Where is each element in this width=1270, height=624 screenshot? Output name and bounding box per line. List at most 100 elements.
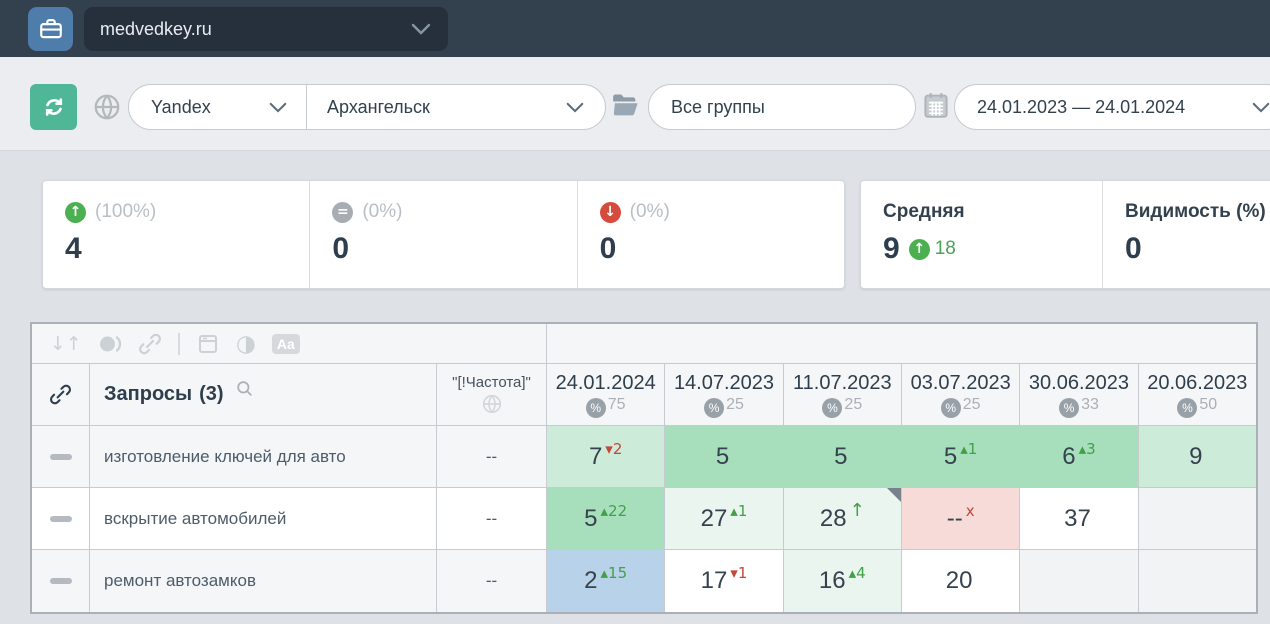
position-value: 16 — [819, 567, 846, 595]
column-percent: 25 — [844, 396, 862, 414]
frequency-cell: -- — [437, 488, 547, 549]
column-percent: 25 — [726, 396, 744, 414]
stat-card-average: Средняя 9 ↑ 18 — [861, 181, 1103, 288]
column-date: 11.07.2023 — [793, 372, 892, 395]
table-toolbar-row: ↓↑ ◑ Aa — [32, 324, 1256, 364]
groups-filter-value: Все группы — [671, 97, 765, 118]
position-cell[interactable]: --x — [902, 488, 1020, 549]
project-selector[interactable]: medvedkey.ru — [84, 7, 448, 51]
row-status-cell[interactable] — [32, 426, 90, 487]
date-range-value: 24.01.2023 — 24.01.2024 — [977, 97, 1251, 118]
engine-region-select-group: Yandex Архангельск — [128, 84, 606, 130]
position-cell[interactable] — [1139, 488, 1256, 549]
frequency-value: -- — [486, 509, 497, 529]
header-date-cell[interactable]: 24.01.2024 %75 — [547, 364, 665, 425]
position-value: 7 — [589, 443, 602, 471]
position-change: ▴15 — [601, 564, 628, 582]
stat-card-flat: = (0%) 0 — [310, 181, 577, 288]
position-cell[interactable]: 7▾2 — [547, 426, 665, 487]
position-cell[interactable]: 5▴22 — [547, 488, 665, 549]
region-value: Архангельск — [327, 97, 565, 118]
query-text: изготовление ключей для авто — [104, 447, 346, 467]
position-cell[interactable]: 37 — [1020, 488, 1138, 549]
position-cell[interactable]: 27▴1 — [665, 488, 783, 549]
position-cell[interactable]: 17▾1 — [665, 550, 783, 612]
position-value: 2 — [584, 567, 597, 595]
position-change: ▾1 — [730, 564, 747, 582]
search-engine-globe-button[interactable] — [92, 92, 122, 122]
calendar-button[interactable] — [923, 90, 949, 120]
dash-icon — [50, 454, 72, 460]
refresh-icon — [42, 95, 66, 119]
row-status-cell[interactable] — [32, 550, 90, 612]
percent-icon: % — [1059, 398, 1079, 418]
percent-icon: % — [586, 398, 606, 418]
position-change: ▴22 — [601, 502, 628, 520]
position-cell[interactable]: 9 — [1139, 426, 1256, 487]
position-change: ▴3 — [1079, 440, 1096, 458]
header-date-cell[interactable]: 30.06.2023 %33 — [1020, 364, 1138, 425]
position-change: ▴1 — [960, 440, 977, 458]
flat-percent: (0%) — [362, 201, 402, 223]
refresh-button[interactable] — [30, 84, 77, 130]
chevron-down-icon — [1251, 101, 1270, 114]
table-header-row: Запросы (3) "[!Частота]" 24.01.2024 %75 … — [32, 364, 1256, 426]
column-date: 14.07.2023 — [674, 372, 774, 395]
row-status-cell[interactable] — [32, 488, 90, 549]
column-percent: 50 — [1199, 396, 1217, 414]
header-link-cell[interactable] — [32, 364, 90, 425]
header-date-cell[interactable]: 11.07.2023 %25 — [784, 364, 902, 425]
search-icon[interactable] — [235, 379, 254, 398]
query-cell[interactable]: ремонт автозамков — [90, 550, 437, 612]
position-change: ▴4 — [849, 564, 866, 582]
position-cell[interactable]: 5 — [665, 426, 783, 487]
table-view-icon[interactable] — [196, 332, 220, 356]
query-cell[interactable]: изготовление ключей для авто — [90, 426, 437, 487]
link-icon[interactable] — [138, 332, 162, 356]
down-circle-icon: ↓ — [600, 202, 621, 223]
table-row: изготовление ключей для авто -- 7▾2 5 5 … — [32, 426, 1256, 488]
header-date-cell[interactable]: 14.07.2023 %25 — [665, 364, 783, 425]
position-cell[interactable] — [1139, 550, 1256, 612]
queries-count: (3) — [199, 383, 223, 406]
toolbar-divider — [178, 333, 180, 355]
header-queries-cell[interactable]: Запросы (3) — [90, 364, 437, 425]
search-engine-select[interactable]: Yandex — [129, 85, 307, 129]
briefcase-icon — [38, 16, 64, 42]
chevron-down-icon — [410, 22, 432, 36]
position-cell[interactable]: 5▴1 — [902, 426, 1020, 487]
query-cell[interactable]: вскрытие автомобилей — [90, 488, 437, 549]
position-cell[interactable]: 5 — [784, 426, 902, 487]
header-frequency-cell[interactable]: "[!Частота]" — [437, 364, 547, 425]
groups-folder-button[interactable] — [612, 93, 640, 117]
font-size-icon[interactable]: Aa — [272, 334, 300, 354]
projects-home-button[interactable] — [28, 7, 73, 51]
position-cell[interactable]: 20 — [902, 550, 1020, 612]
query-text: ремонт автозамков — [104, 571, 256, 591]
region-select[interactable]: Архангельск — [307, 85, 605, 129]
contrast-icon[interactable]: ◑ — [236, 331, 256, 357]
position-change: ▾2 — [605, 440, 622, 458]
theme-moon-icon[interactable] — [98, 332, 122, 356]
position-value: -- — [947, 505, 963, 533]
header-date-cell[interactable]: 03.07.2023 %25 — [902, 364, 1020, 425]
table-toolbar-spacer — [547, 324, 1256, 363]
position-cell[interactable]: 16▴4 — [784, 550, 902, 612]
frequency-value: -- — [486, 571, 497, 591]
column-percent: 33 — [1081, 396, 1099, 414]
position-cell[interactable]: 6▴3 — [1020, 426, 1138, 487]
queries-header-label: Запросы — [104, 383, 192, 406]
position-value: 5 — [584, 505, 597, 533]
column-percent: 25 — [963, 396, 981, 414]
position-cell[interactable] — [1020, 550, 1138, 612]
position-value: 20 — [946, 567, 973, 595]
position-value: 6 — [1062, 443, 1075, 471]
position-cell[interactable]: 2▴15 — [547, 550, 665, 612]
date-range-select[interactable]: 24.01.2023 — 24.01.2024 — [954, 84, 1270, 130]
header-date-cell[interactable]: 20.06.2023 %50 — [1139, 364, 1256, 425]
position-cell-with-note[interactable]: 28↑ — [784, 488, 902, 549]
sort-icon[interactable]: ↓↑ — [50, 333, 82, 355]
groups-filter-input[interactable]: Все группы — [648, 84, 916, 130]
chevron-down-icon — [565, 101, 585, 114]
column-percent: 75 — [608, 396, 626, 414]
